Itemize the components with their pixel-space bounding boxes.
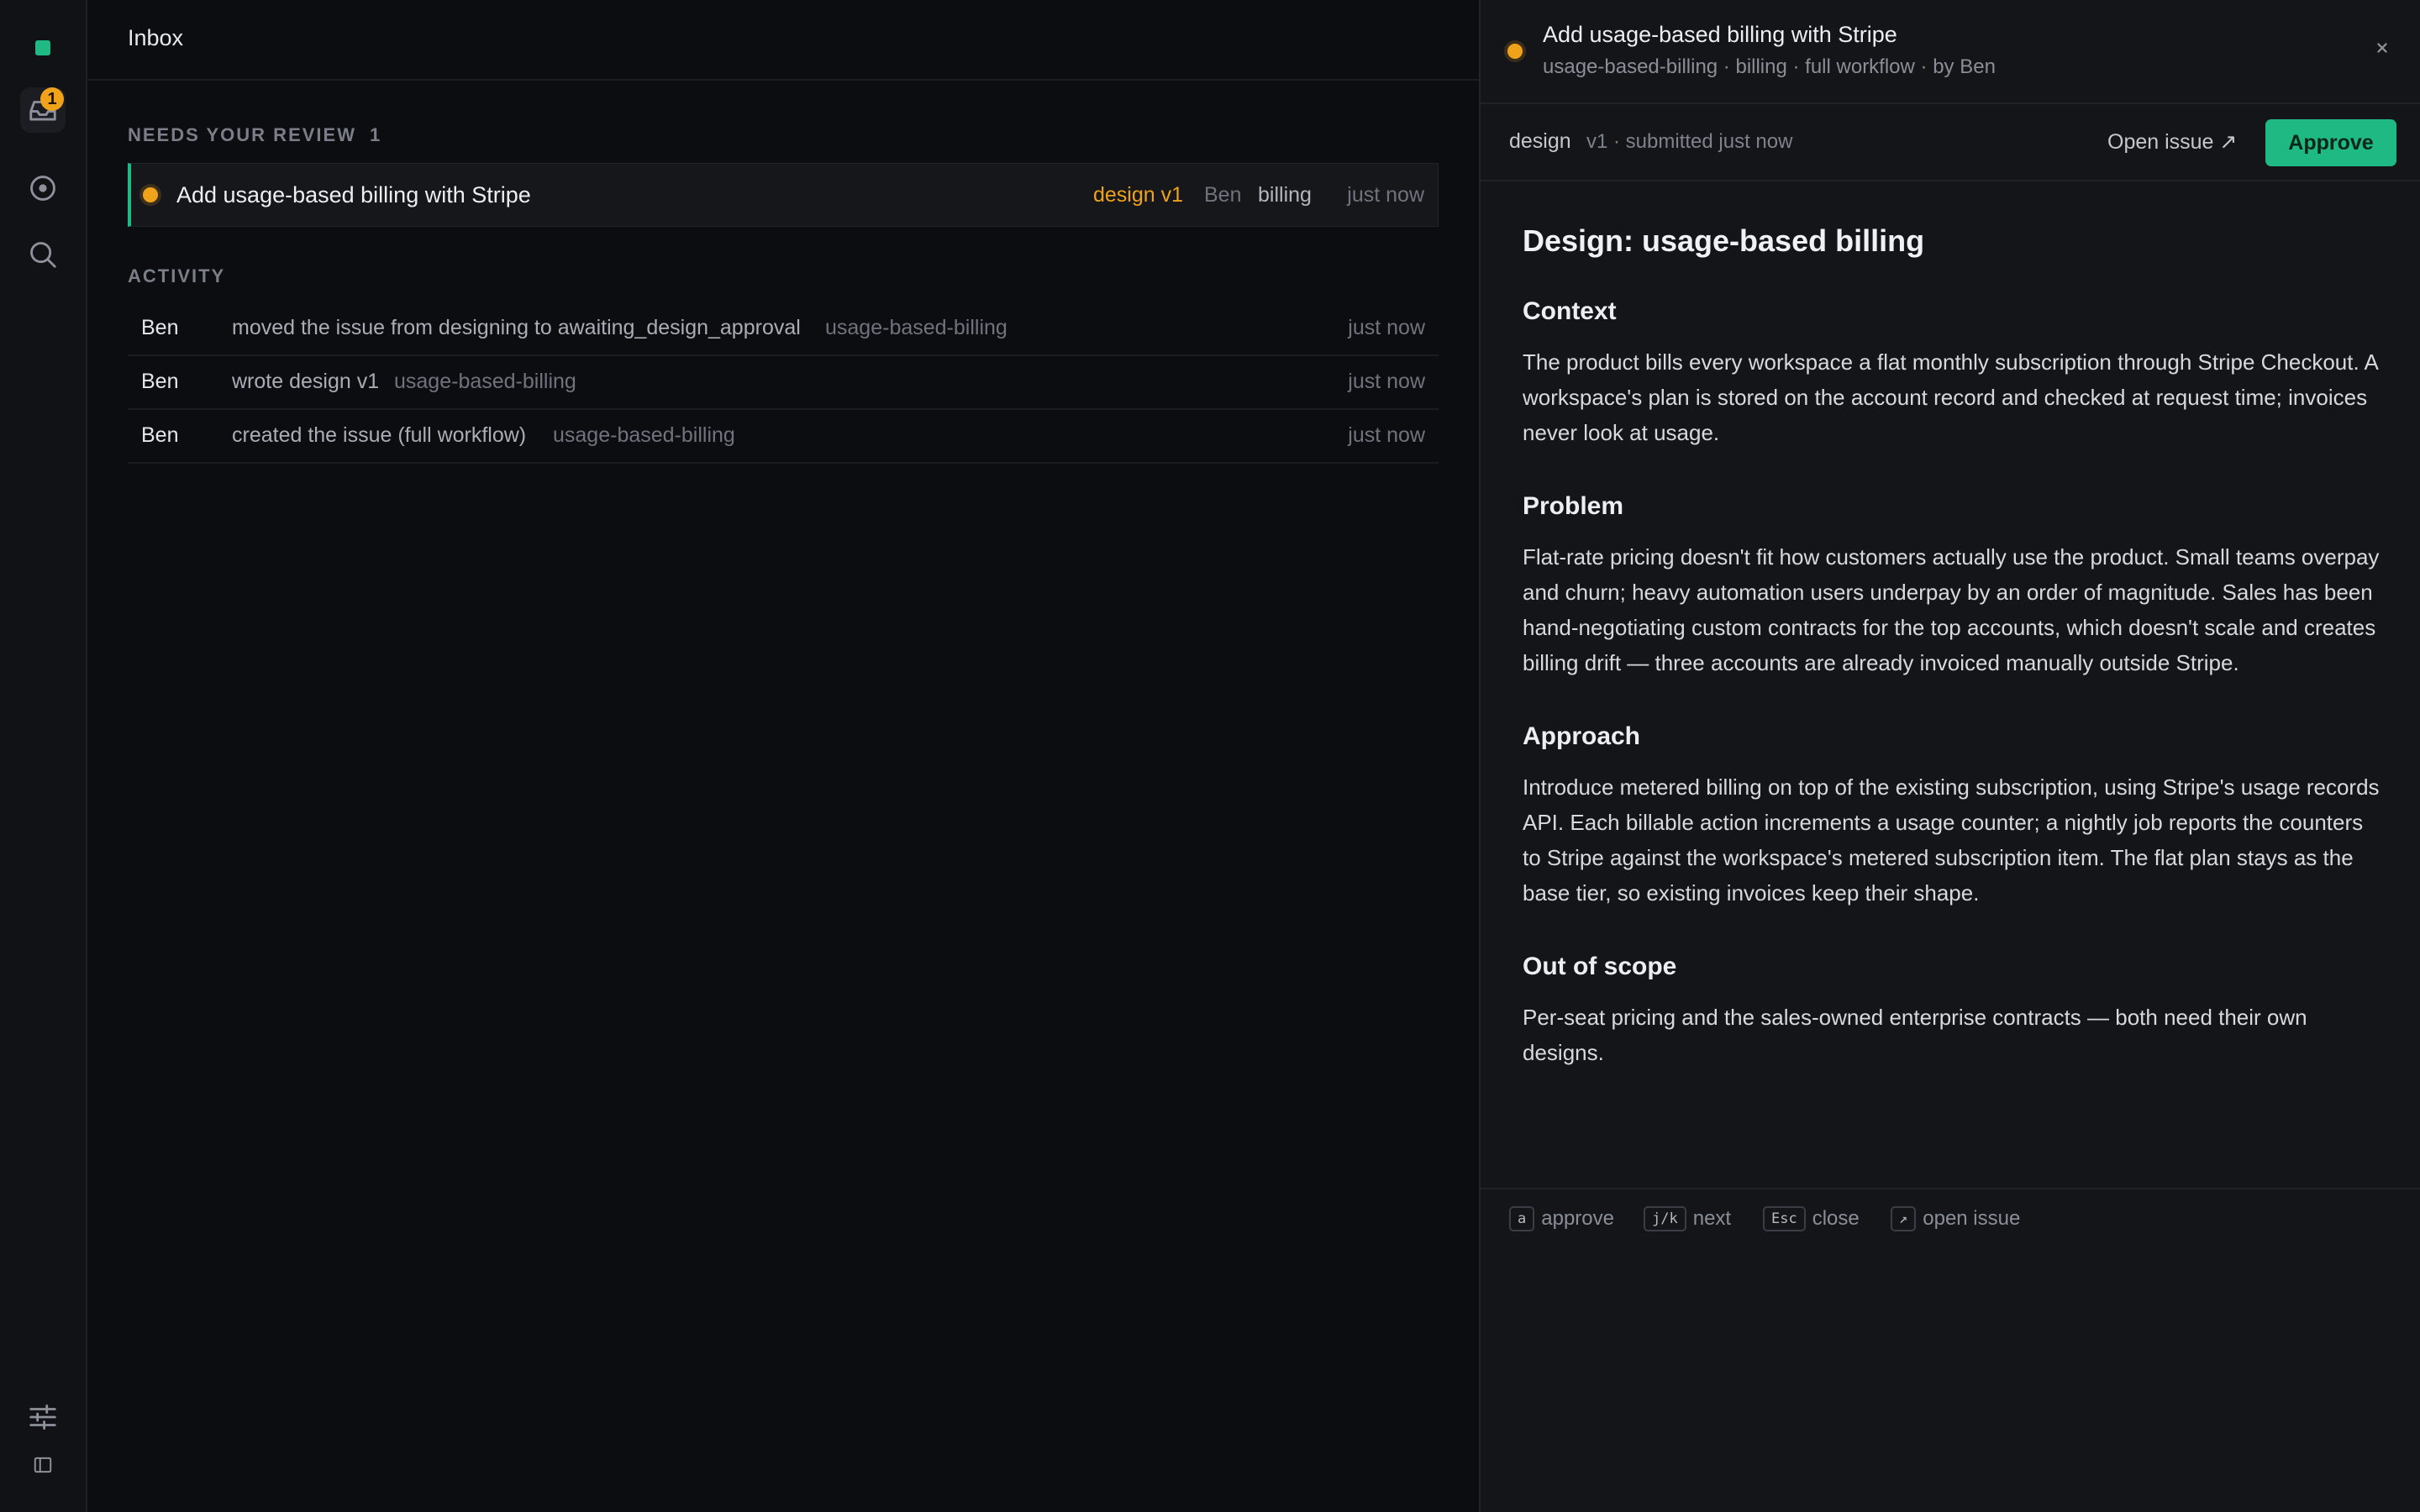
- section-heading-approach: Approach: [1523, 722, 1641, 750]
- hint-next: j/k next: [1644, 1206, 1731, 1231]
- activity-time: just now: [1348, 316, 1425, 339]
- activity-text: moved the issue from designing to awaiti…: [232, 316, 801, 339]
- review-panel: Add usage-based billing with Stripe usag…: [1479, 0, 2420, 1512]
- hint-key: ↗: [1891, 1206, 1917, 1231]
- status-dot-icon: [1507, 44, 1523, 59]
- activity-text: wrote design v1: [232, 370, 380, 393]
- activity-actor: Ben: [141, 423, 179, 447]
- inbox-count-badge: 1: [40, 87, 64, 111]
- needs-review-count: 1: [369, 124, 381, 145]
- activity-row[interactable]: Ben moved the issue from designing to aw…: [128, 302, 1439, 356]
- review-item-title: Add usage-based billing with Stripe: [176, 182, 531, 207]
- hint-approve: a approve: [1509, 1206, 1614, 1231]
- hint-open-issue: ↗ open issue: [1891, 1206, 2020, 1231]
- document-title: Design: usage-based billing: [1523, 223, 1925, 258]
- section-body-out-of-scope: Per-seat pricing and the sales-owned ent…: [1523, 1005, 2307, 1065]
- activity-time: just now: [1348, 423, 1425, 447]
- section-body-problem: Flat-rate pricing doesn't fit how custom…: [1523, 544, 2380, 675]
- sidebar-toggle-icon: [34, 1457, 52, 1473]
- page-title: Inbox: [128, 25, 184, 50]
- section-body-approach: Introduce metered billing on top of the …: [1523, 774, 2380, 906]
- section-heading-problem: Problem: [1523, 492, 1624, 520]
- icon-rail: 1: [0, 0, 87, 1512]
- section-body-context: The product bills every workspace a flat…: [1523, 349, 2378, 445]
- activity-heading: ACTIVITY: [128, 265, 226, 286]
- activity-row[interactable]: Ben created the issue (full workflow) us…: [128, 410, 1439, 464]
- panel-header: Add usage-based billing with Stripe usag…: [1481, 0, 2420, 104]
- nav-issues-button[interactable]: [20, 165, 66, 211]
- keyboard-hints: a approve j/k next Esc close ↗ open issue: [1481, 1188, 2420, 1257]
- top-bar: Inbox: [87, 0, 1479, 81]
- section-heading-context: Context: [1523, 297, 1617, 325]
- hint-close: Esc close: [1763, 1206, 1860, 1231]
- settings-sliders-icon: [29, 1404, 56, 1430]
- panel-title: Add usage-based billing with Stripe: [1543, 22, 1897, 47]
- hint-label: approve: [1541, 1207, 1614, 1230]
- hint-label: open issue: [1923, 1207, 2021, 1230]
- settings-button[interactable]: [20, 1394, 66, 1440]
- activity-slug: usage-based-billing: [825, 316, 1007, 339]
- review-item-label: billing: [1258, 183, 1312, 207]
- review-item-stage: design v1: [1093, 183, 1184, 207]
- activity-slug: usage-based-billing: [394, 370, 576, 393]
- nav-search-button[interactable]: [20, 232, 66, 277]
- hint-label: next: [1692, 1207, 1732, 1230]
- hint-key: Esc: [1763, 1206, 1806, 1231]
- activity-actor: Ben: [141, 370, 179, 393]
- document-toolbar: design v1 · submitted just now Open issu…: [1481, 104, 2420, 181]
- close-icon[interactable]: [2373, 39, 2391, 57]
- panel-subtitle: usage-based-billing · billing · full wor…: [1543, 55, 1996, 78]
- open-issue-link[interactable]: Open issue ↗: [2107, 129, 2237, 155]
- hint-key: a: [1509, 1206, 1535, 1231]
- section-heading-out-of-scope: Out of scope: [1523, 953, 1677, 980]
- issues-icon: [30, 176, 55, 201]
- needs-review-heading: NEEDS YOUR REVIEW 1: [128, 124, 380, 146]
- activity-text: created the issue (full workflow): [232, 423, 527, 447]
- review-item[interactable]: Add usage-based billing with Stripe desi…: [128, 163, 1439, 227]
- activity-time: just now: [1348, 370, 1425, 393]
- inbox-main: Inbox NEEDS YOUR REVIEW 1 Add usage-based…: [87, 0, 1479, 1512]
- activity-row[interactable]: Ben wrote design v1 usage-based-billing …: [128, 356, 1439, 410]
- status-dot-icon: [143, 187, 158, 202]
- document-version: v1 · submitted just now: [1586, 130, 1793, 153]
- review-item-time: just now: [1347, 183, 1424, 207]
- search-icon: [30, 242, 56, 268]
- review-item-author: Ben: [1204, 183, 1242, 207]
- document-kind: design: [1509, 129, 1571, 153]
- approve-button[interactable]: Approve: [2265, 119, 2396, 166]
- design-document: Design: usage-based billing Context The …: [1523, 223, 2380, 1112]
- activity-actor: Ben: [141, 316, 179, 339]
- hint-key: j/k: [1644, 1206, 1686, 1231]
- hint-label: close: [1812, 1207, 1860, 1230]
- needs-review-label: NEEDS YOUR REVIEW: [128, 124, 356, 145]
- activity-slug: usage-based-billing: [553, 423, 735, 447]
- sidebar-toggle-button[interactable]: [20, 1442, 66, 1488]
- logo-icon: [35, 40, 50, 55]
